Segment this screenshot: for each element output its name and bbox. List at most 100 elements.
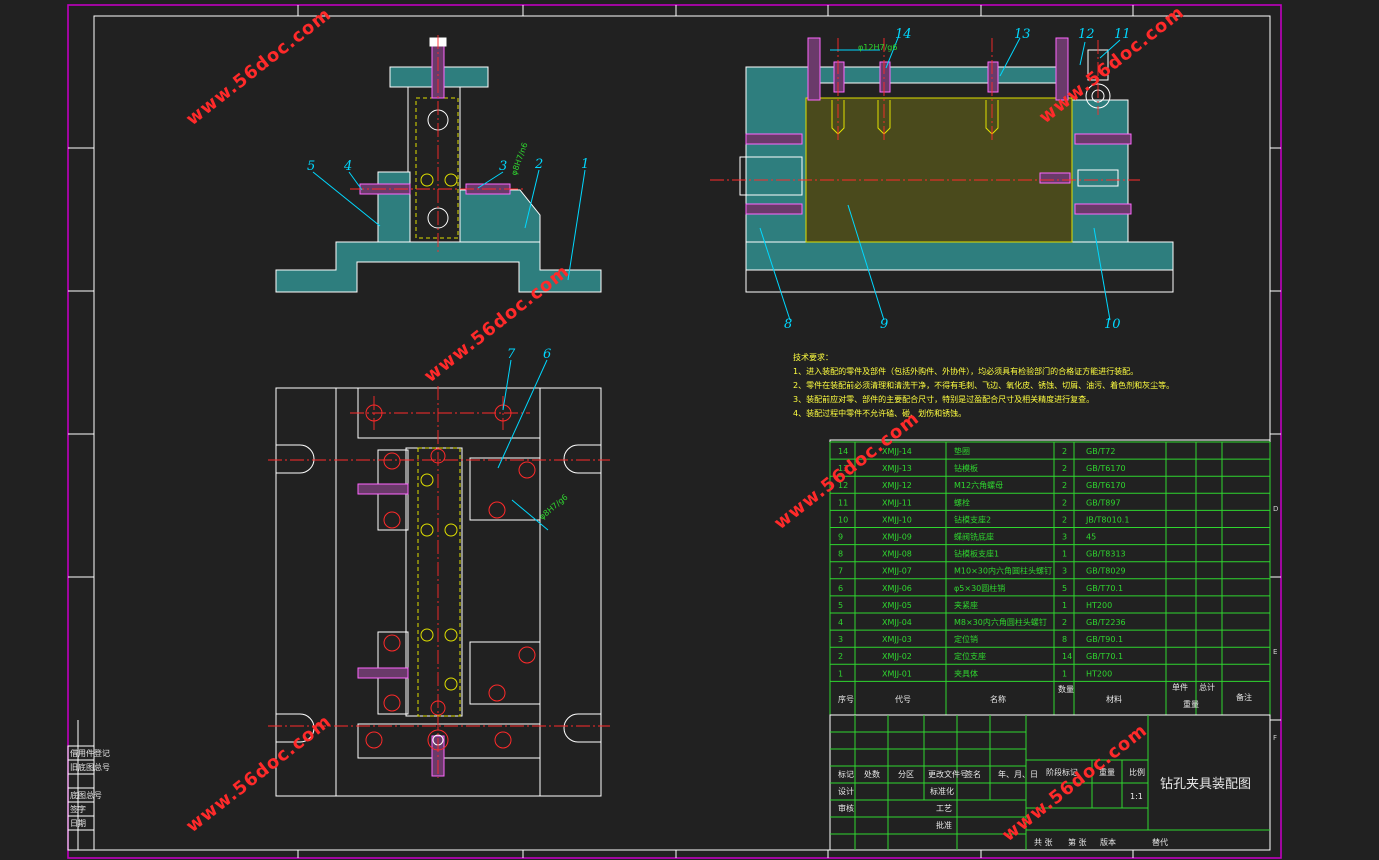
tb-date: 年、月、日: [998, 769, 1038, 779]
bom-cell-no: 14: [838, 447, 848, 456]
watermark-text: www.56doc.com: [420, 261, 573, 387]
bom-cell-no: 11: [838, 498, 848, 507]
tb-mark: 标记: [838, 769, 854, 779]
bom-cell-no: 2: [838, 652, 843, 661]
bom-cell-material: JB/T8010.1: [1085, 515, 1129, 524]
bom-cell-material: GB/T90.1: [1086, 635, 1123, 644]
tb-version: 版本: [1100, 837, 1116, 847]
tb-count: 处数: [864, 769, 880, 779]
note-1: 1、进入装配的零件及部件（包括外购件、外协件），均必须具有检验部门的合格证方能进…: [793, 366, 1138, 376]
bom-cell-name: 夹紧座: [954, 600, 978, 610]
note-3: 3、装配前应对零、部件的主要配合尺寸，特别是过盈配合尺寸及相关精度进行复查。: [793, 394, 1094, 404]
strip-label: 旧底图总号: [70, 762, 110, 772]
strip-label: 签字: [70, 804, 86, 814]
balloon-12: 12: [1078, 27, 1095, 42]
title-block: 标记 处数 分区 更改文件号 签名 年、月、日 设计 标准化 审核 工艺 批准 …: [829, 714, 1271, 851]
technical-notes: 技术要求： 1、进入装配的零件及部件（包括外购件、外协件），均必须具有检验部门的…: [793, 352, 1174, 418]
balloon-8: 8: [784, 317, 792, 332]
balloon-9: 9: [880, 317, 888, 332]
note-4: 4、装配过程中零件不允许磕、碰、划伤和锈蚀。: [793, 408, 966, 418]
bom-cell-code: XMJJ-02: [882, 652, 912, 661]
bom-cell-name: 螺栓: [954, 497, 970, 507]
bom-header-code: 代号: [895, 694, 911, 704]
bom-cell-qty: 14: [1062, 652, 1072, 661]
bom-cell-qty: 3: [1062, 533, 1067, 542]
bom-cell-code: XMJJ-01: [882, 669, 912, 678]
notes-heading: 技术要求：: [793, 352, 833, 362]
bom-cell-code: XMJJ-10: [882, 515, 912, 524]
bom-cell-qty: 2: [1062, 447, 1067, 456]
balloon-13: 13: [1014, 27, 1031, 42]
bom-cell-name: 钻模板: [954, 463, 978, 473]
bom-cell-material: GB/T70.1: [1086, 652, 1123, 661]
zone-letter-f: F: [1273, 734, 1277, 742]
zone-letter-e: E: [1273, 648, 1277, 656]
fit-label-front: φ12H7/g6: [858, 43, 897, 52]
balloon-4: 4: [343, 159, 352, 174]
bom-cell-name: 夹具体: [954, 668, 978, 678]
strip-label: 日期: [70, 819, 86, 828]
bom-cell-material: HT200: [1086, 669, 1112, 678]
bom-header-weight: 重量: [1183, 699, 1199, 709]
bom-cell-name: 垫圈: [954, 446, 970, 456]
bom-header-name: 名称: [990, 694, 1006, 704]
bom-cell-no: 5: [838, 601, 843, 610]
balloon-3: 3: [499, 159, 507, 174]
balloon-1: 1: [581, 157, 589, 172]
tb-craft: 工艺: [936, 804, 952, 813]
fit-label-side: φ8H7/n6: [509, 141, 529, 176]
tb-sheet: 第 张: [1068, 837, 1087, 847]
balloon-6: 6: [543, 347, 551, 362]
bom-cell-code: XMJJ-11: [882, 498, 912, 507]
fit-label-top: φ8H7/g6: [538, 493, 570, 522]
bom-cell-code: XMJJ-07: [882, 567, 912, 576]
bom-header-remark: 备注: [1236, 692, 1252, 702]
bom-cell-name: M10×30内六角圆柱头螺钉: [954, 566, 1052, 576]
assembly-drawing: D E F 借用件登记 旧底图总号 底图总号 签字 日期 5 4 3 2 1 φ…: [67, 2, 1282, 859]
bom-cell-name: 定位销: [954, 634, 978, 644]
bom-cell-no: 7: [838, 567, 843, 576]
strip-label: 底图总号: [70, 790, 102, 800]
tb-scale: 1:1: [1130, 792, 1143, 801]
bom-cell-no: 4: [838, 618, 843, 627]
bom-cell-qty: 3: [1062, 567, 1067, 576]
side-view: 5 4 3 2 1 φ8H7/n6: [275, 35, 602, 293]
balloon-10: 10: [1104, 317, 1121, 332]
bom-header-no: 序号: [838, 694, 854, 704]
bom-cell-material: GB/T897: [1086, 498, 1121, 507]
watermark-text: www.56doc.com: [182, 711, 335, 837]
bom-cell-material: GB/T8029: [1086, 567, 1126, 576]
bom-cell-no: 6: [838, 584, 843, 593]
bom-cell-qty: 5: [1062, 584, 1067, 593]
bom-cell-name: 钻模板支座1: [954, 549, 999, 559]
bom-cell-no: 9: [838, 533, 843, 542]
bom-cell-qty: 2: [1062, 618, 1067, 627]
balloon-7: 7: [507, 347, 516, 362]
bom-header-material: 材料: [1106, 694, 1122, 704]
strip-label: 借用件登记: [70, 748, 110, 758]
bom-cell-material: GB/T2236: [1086, 618, 1126, 627]
bom-cell-qty: 2: [1062, 464, 1067, 473]
bom-cell-no: 10: [838, 515, 848, 524]
bom-cell-material: HT200: [1086, 601, 1112, 610]
bom-cell-code: XMJJ-09: [882, 533, 912, 542]
bom-cell-name: φ5×30圆柱销: [954, 583, 1005, 593]
tb-check: 审核: [838, 803, 854, 813]
bom-cell-qty: 2: [1062, 515, 1067, 524]
bom-header-total: 总计: [1199, 682, 1215, 692]
bom-cell-name: 定位支座: [954, 651, 986, 661]
tb-ratio: 比例: [1129, 767, 1145, 777]
zone-letter-d: D: [1273, 505, 1278, 513]
tb-zone: 分区: [898, 770, 914, 779]
tb-sign: 签名: [965, 769, 981, 779]
balloon-2: 2: [534, 157, 543, 172]
bom-cell-material: GB/T6170: [1086, 464, 1126, 473]
bom-cell-qty: 2: [1062, 481, 1067, 490]
bom-cell-material: GB/T72: [1086, 447, 1115, 456]
left-record-strip: 借用件登记 旧底图总号 底图总号 签字 日期: [67, 720, 110, 851]
tb-approve: 批准: [936, 820, 952, 830]
bom-cell-no: 3: [838, 635, 843, 644]
tb-doc: 更改文件号: [928, 769, 968, 779]
note-2: 2、零件在装配前必须清理和清洗干净，不得有毛刺、飞边、氧化皮、锈蚀、切屑、油污、…: [793, 380, 1174, 390]
bom-table: 14 XMJJ-14 垫圈 2 GB/T7213 XMJJ-13 钻模板 2 GB/T61701…: [829, 439, 1271, 716]
